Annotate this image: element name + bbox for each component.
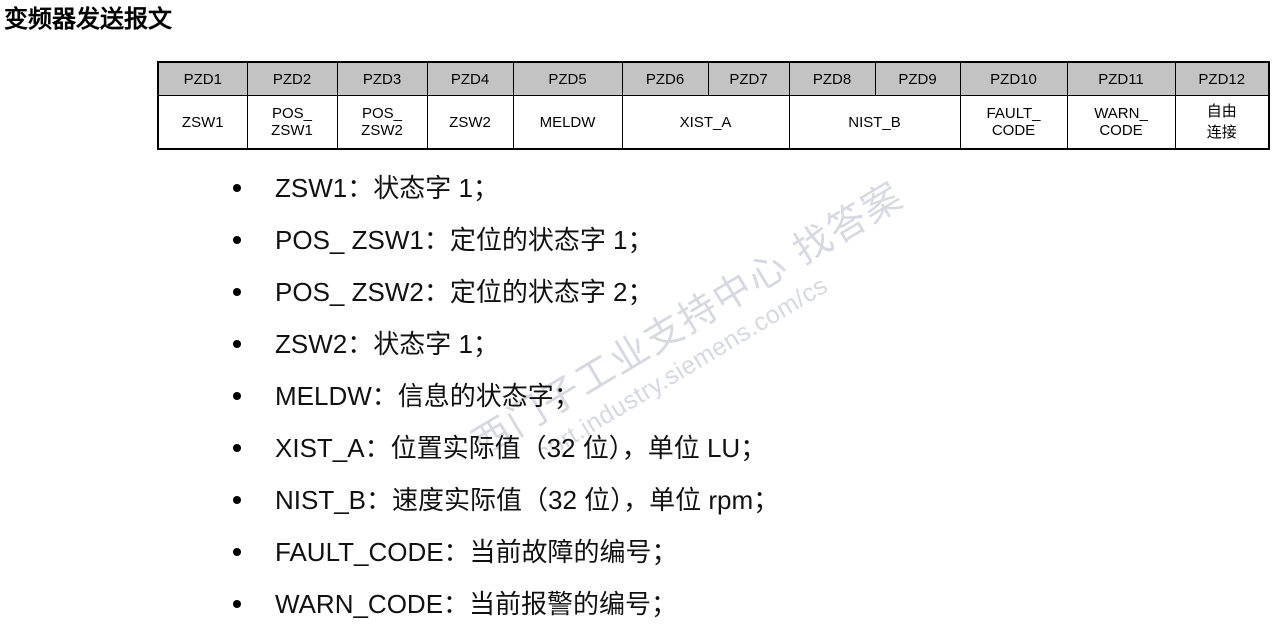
list-item: MELDW：信息的状态字； (226, 370, 1266, 422)
bullet-dot-icon (233, 184, 241, 192)
body-cell-pos-zsw2-line2: ZSW2 (361, 122, 403, 139)
header-cell-pzd2: PZD2 (246, 61, 338, 96)
body-cell-pos-zsw2-line1: POS_ (361, 105, 403, 122)
body-cell-zsw2: ZSW2 (426, 95, 514, 150)
header-cell-pzd7: PZD7 (707, 61, 790, 96)
header-cell-pzd4: PZD4 (426, 61, 514, 96)
pzd-table: PZD1 PZD2 PZD3 PZD4 PZD5 PZD6 PZD7 PZD8 … (157, 61, 1270, 150)
body-cell-nist-b: NIST_B (788, 95, 961, 150)
table-body-row: ZSW1 POS_ ZSW1 POS_ ZSW2 ZSW2 MELDW XIST… (157, 95, 1270, 150)
list-item-label: POS_ ZSW1：定位的状态字 1； (275, 225, 654, 255)
header-cell-pzd12: PZD12 (1174, 61, 1270, 96)
header-cell-pzd8: PZD8 (788, 61, 876, 96)
body-cell-xist-a: XIST_A (621, 95, 790, 150)
list-item-label: POS_ ZSW2：定位的状态字 2； (275, 277, 654, 307)
body-cell-pos-zsw2: POS_ ZSW2 (336, 95, 428, 150)
body-cell-warn-code: WARN_ CODE (1066, 95, 1176, 150)
bullet-dot-icon (233, 496, 241, 504)
list-item: NIST_B：速度实际值（32 位），单位 rpm； (226, 474, 1266, 526)
body-cell-zsw1: ZSW1 (157, 95, 248, 150)
list-item: ZSW1：状态字 1； (226, 162, 1266, 214)
bullet-dot-icon (233, 444, 241, 452)
body-cell-warn-code-line2: CODE (1099, 122, 1143, 139)
header-cell-pzd10: PZD10 (959, 61, 1068, 96)
bullet-dot-icon (233, 392, 241, 400)
list-item: FAULT_CODE：当前故障的编号； (226, 526, 1266, 578)
body-cell-free-connect-line1: 自由 (1206, 102, 1237, 120)
list-item-label: FAULT_CODE：当前故障的编号； (275, 537, 678, 567)
header-cell-pzd6: PZD6 (621, 61, 709, 96)
bullet-dot-icon (233, 288, 241, 296)
list-item: WARN_CODE：当前报警的编号； (226, 578, 1266, 630)
list-item: ZSW2：状态字 1； (226, 318, 1266, 370)
body-cell-fault-code-line1: FAULT_ (986, 105, 1041, 122)
signal-description-list: ZSW1：状态字 1； POS_ ZSW1：定位的状态字 1； POS_ ZSW… (226, 162, 1266, 630)
bullet-dot-icon (233, 236, 241, 244)
list-item-label: MELDW：信息的状态字； (275, 381, 580, 411)
header-cell-pzd9: PZD9 (874, 61, 961, 96)
body-cell-warn-code-line1: WARN_ (1094, 105, 1148, 122)
bullet-dot-icon (233, 548, 241, 556)
header-cell-pzd5: PZD5 (512, 61, 623, 96)
page-title: 变频器发送报文 (4, 4, 172, 33)
body-cell-free-connect: 自由 连接 (1174, 95, 1270, 150)
list-item-label: ZSW1：状态字 1； (275, 173, 499, 203)
list-item: POS_ ZSW1：定位的状态字 1； (226, 214, 1266, 266)
body-cell-meldw: MELDW (512, 95, 623, 150)
body-cell-pos-zsw1-line1: POS_ (271, 105, 313, 122)
list-item-label: XIST_A：位置实际值（32 位），单位 LU； (275, 433, 767, 463)
list-item-label: NIST_B：速度实际值（32 位），单位 rpm； (275, 485, 780, 515)
table-header-row: PZD1 PZD2 PZD3 PZD4 PZD5 PZD6 PZD7 PZD8 … (157, 61, 1270, 96)
body-cell-fault-code-line2: CODE (991, 122, 1036, 139)
bullet-dot-icon (233, 340, 241, 348)
pzd-telegram-table: PZD1 PZD2 PZD3 PZD4 PZD5 PZD6 PZD7 PZD8 … (157, 61, 1270, 150)
list-item-label: ZSW2：状态字 1； (275, 329, 499, 359)
bullet-dot-icon (233, 600, 241, 608)
body-cell-pos-zsw1: POS_ ZSW1 (246, 95, 338, 150)
header-cell-pzd11: PZD11 (1066, 61, 1176, 96)
list-item: POS_ ZSW2：定位的状态字 2； (226, 266, 1266, 318)
list-item-label: WARN_CODE：当前报警的编号； (275, 589, 678, 619)
header-cell-pzd1: PZD1 (157, 61, 248, 96)
header-cell-pzd3: PZD3 (336, 61, 428, 96)
body-cell-pos-zsw1-line2: ZSW1 (271, 122, 313, 139)
body-cell-free-connect-line2: 连接 (1206, 123, 1237, 141)
list-item: XIST_A：位置实际值（32 位），单位 LU； (226, 422, 1266, 474)
body-cell-fault-code: FAULT_ CODE (959, 95, 1068, 150)
